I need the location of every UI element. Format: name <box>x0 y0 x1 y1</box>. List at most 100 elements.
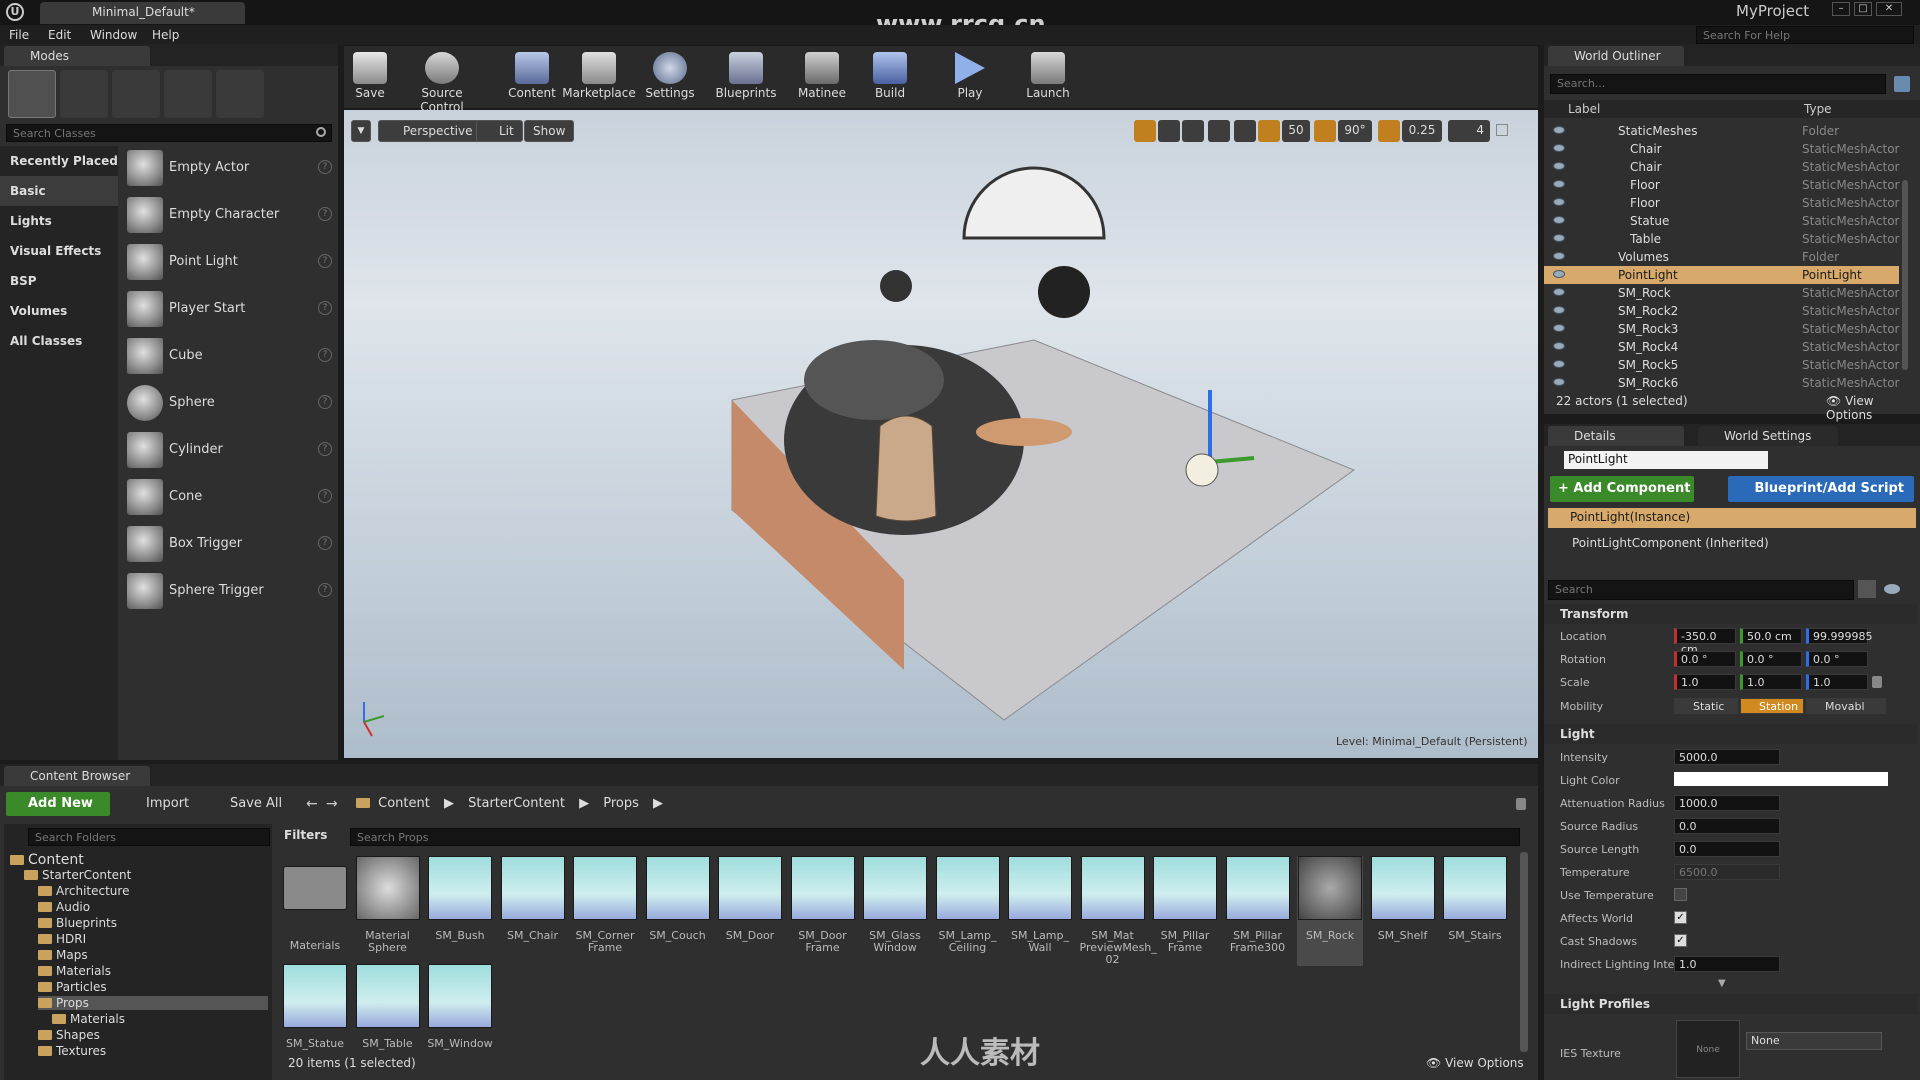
world-local-icon[interactable] <box>1208 120 1230 142</box>
rotation-y-field[interactable]: 0.0 ° <box>1740 651 1802 667</box>
help-icon[interactable]: ? <box>318 254 332 268</box>
menu-window[interactable]: Window <box>90 28 137 42</box>
menu-help[interactable]: Help <box>152 28 179 42</box>
filters-button[interactable]: Filters <box>284 828 344 846</box>
launch-button[interactable]: Launch <box>1012 50 1084 102</box>
visibility-eye-icon[interactable] <box>1553 288 1565 296</box>
mobility-stationary-button[interactable]: Station <box>1740 698 1804 714</box>
outliner-row[interactable]: Chair StaticMeshActor <box>1544 140 1899 158</box>
visibility-eye-icon[interactable] <box>1553 144 1565 152</box>
asset-tile[interactable]: SM_Lamp_ Wall <box>1007 856 1073 966</box>
category-basic[interactable]: Basic <box>10 184 46 198</box>
asset-tile[interactable]: SM_Window <box>427 964 493 1074</box>
component-instance-row[interactable]: PointLight(Instance) <box>1548 508 1916 528</box>
help-icon[interactable]: ? <box>318 489 332 503</box>
indirect-lighting-field[interactable]: 1.0 <box>1674 956 1780 972</box>
outliner-row[interactable]: SM_Rock2 StaticMeshActor <box>1544 302 1899 320</box>
help-icon[interactable]: ? <box>318 536 332 550</box>
location-x-field[interactable]: -350.0 cm <box>1674 628 1736 656</box>
visibility-eye-icon[interactable] <box>1553 306 1565 314</box>
landscape-mode-icon[interactable] <box>112 70 160 118</box>
translate-icon[interactable] <box>1134 120 1156 142</box>
import-button[interactable]: Import <box>126 792 189 816</box>
help-icon[interactable]: ? <box>318 301 332 315</box>
folder-tree-item[interactable]: Materials <box>52 1012 125 1026</box>
paint-mode-icon[interactable] <box>60 70 108 118</box>
settings-button[interactable]: Settings <box>634 50 706 102</box>
content-browser-tab[interactable]: Content Browser <box>4 766 150 786</box>
world-settings-tab[interactable]: World Settings <box>1698 426 1838 446</box>
search-folders-input[interactable]: Search Folders <box>28 828 270 846</box>
outliner-row[interactable]: SM_Rock4 StaticMeshActor <box>1544 338 1899 356</box>
asset-tile[interactable]: Materials <box>282 856 348 966</box>
place-point-light[interactable]: Point Light? <box>127 240 332 284</box>
visibility-eye-icon[interactable] <box>1553 324 1565 332</box>
help-icon[interactable]: ? <box>318 395 332 409</box>
content-button[interactable]: Content <box>496 50 568 102</box>
rotate-icon[interactable] <box>1158 120 1180 142</box>
asset-tile[interactable]: SM_Pillar Frame300 <box>1225 856 1291 966</box>
folder-tree-item[interactable]: Materials <box>38 964 111 978</box>
asset-scrollbar[interactable] <box>1520 852 1528 1052</box>
use-temperature-checkbox[interactable] <box>1674 888 1687 901</box>
asset-tile[interactable]: SM_Corner Frame <box>572 856 638 966</box>
scale-z-field[interactable]: 1.0 <box>1806 674 1868 690</box>
scale-y-field[interactable]: 1.0 <box>1740 674 1802 690</box>
place-empty-actor[interactable]: Empty Actor? <box>127 146 332 190</box>
location-z-field[interactable]: 99.999985 <box>1806 628 1873 644</box>
rotation-label[interactable]: Rotation <box>1560 653 1606 666</box>
place-sphere-trigger[interactable]: Sphere Trigger? <box>127 569 332 613</box>
outliner-row[interactable]: Table StaticMeshActor <box>1544 230 1899 248</box>
mobility-movable-button[interactable]: Movabl <box>1806 698 1886 714</box>
minimize-button[interactable]: – <box>1832 2 1850 16</box>
folder-tree-item[interactable]: Maps <box>38 948 88 962</box>
asset-tile[interactable]: SM_Bush <box>427 856 493 966</box>
visibility-eye-icon[interactable] <box>1553 234 1565 242</box>
rotation-snap-icon[interactable] <box>1314 120 1336 142</box>
folder-tree-item[interactable]: StarterContent <box>24 868 131 882</box>
modes-tab[interactable]: Modes <box>4 46 150 66</box>
outliner-row[interactable]: Floor StaticMeshActor <box>1544 194 1899 212</box>
visibility-eye-icon[interactable] <box>1553 270 1565 278</box>
lit-button[interactable]: Lit <box>476 120 523 142</box>
place-cylinder[interactable]: Cylinder? <box>127 428 332 472</box>
place-mode-icon[interactable] <box>8 70 56 118</box>
source-control-button[interactable]: Source Control <box>402 50 482 114</box>
outliner-row[interactable]: SM_Rock StaticMeshActor <box>1544 284 1899 302</box>
outliner-row[interactable]: SM_Rock5 StaticMeshActor <box>1544 356 1899 374</box>
folder-tree-item[interactable]: Particles <box>38 980 107 994</box>
asset-tile[interactable]: SM_Couch <box>645 856 711 966</box>
outliner-col-label[interactable]: Label <box>1568 102 1600 116</box>
asset-tile[interactable]: SM_Pillar Frame <box>1152 856 1218 966</box>
maximize-viewport-icon[interactable] <box>1496 124 1508 136</box>
breadcrumb-starter-content[interactable]: StarterContent <box>468 796 565 811</box>
back-arrow-icon[interactable]: ← <box>306 796 318 812</box>
help-icon[interactable]: ? <box>318 348 332 362</box>
save-all-button[interactable]: Save All <box>210 792 282 816</box>
cast-shadows-checkbox[interactable]: ✓ <box>1674 934 1687 947</box>
place-box-trigger[interactable]: Box Trigger? <box>127 522 332 566</box>
details-tab[interactable]: Details <box>1548 426 1684 446</box>
asset-tile[interactable]: SM_Mat PreviewMesh_ 02 <box>1080 856 1157 966</box>
camera-speed-button[interactable]: 4 <box>1448 120 1490 142</box>
outliner-row[interactable]: Volumes Folder <box>1544 248 1899 266</box>
add-component-button[interactable]: + Add Component <box>1550 476 1694 502</box>
blueprint-add-script-button[interactable]: Blueprint/Add Script <box>1728 476 1914 502</box>
category-visual-effects[interactable]: Visual Effects <box>10 244 101 258</box>
help-icon[interactable]: ? <box>318 160 332 174</box>
visibility-eye-icon[interactable] <box>1553 342 1565 350</box>
source-radius-field[interactable]: 0.0 <box>1674 818 1780 834</box>
outliner-row[interactable]: Floor StaticMeshActor <box>1544 176 1899 194</box>
outliner-row[interactable]: PointLight PointLight <box>1544 266 1899 284</box>
folder-tree-item[interactable]: Textures <box>38 1044 106 1058</box>
visibility-eye-icon[interactable] <box>1553 180 1565 188</box>
perspective-button[interactable]: Perspective <box>378 120 482 142</box>
location-label[interactable]: Location <box>1560 630 1607 643</box>
lock-icon[interactable] <box>1516 798 1526 810</box>
folder-tree-item[interactable]: Props <box>38 996 268 1010</box>
breadcrumb-props[interactable]: Props <box>603 796 639 811</box>
play-button[interactable]: Play <box>934 50 1006 102</box>
outliner-view-options[interactable]: 👁 View Options <box>1826 394 1920 422</box>
folder-tree-item[interactable]: Content <box>10 852 84 868</box>
ies-texture-thumb[interactable]: None <box>1676 1020 1740 1078</box>
